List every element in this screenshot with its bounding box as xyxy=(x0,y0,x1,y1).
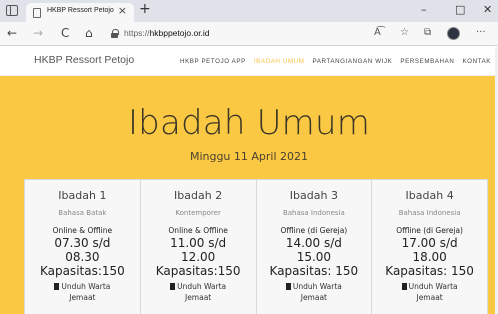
service-start-time: 14.00 s/d xyxy=(285,236,342,250)
reload-button[interactable]: C xyxy=(61,26,69,40)
download-label: Unduh Warta Jemaat xyxy=(61,282,111,302)
service-start-time: 11.00 s/d xyxy=(170,236,227,250)
file-icon xyxy=(170,283,176,290)
nav-link-kontak[interactable]: KONTAK xyxy=(462,58,491,65)
service-title: Ibadah 2 xyxy=(174,189,223,202)
close-window-button[interactable]: ✕ xyxy=(483,3,492,16)
service-capacity: Kapasitas:150 xyxy=(39,264,125,278)
download-warta-link[interactable]: Unduh Warta Jemaat xyxy=(372,281,487,303)
service-mode: Online & Offline xyxy=(52,226,113,235)
tab-close-icon[interactable]: × xyxy=(118,4,127,17)
service-mode: Offline (di Gereja) xyxy=(280,226,348,235)
service-language: Bahasa Indonesia xyxy=(282,209,345,217)
read-aloud-icon[interactable]: A͡ xyxy=(374,27,381,38)
minimize-button[interactable]: – xyxy=(421,3,427,16)
browser-tab-bar: HKBP Ressort Petojo × + – □ ✕ xyxy=(0,0,498,22)
new-tab-button[interactable]: + xyxy=(139,1,151,17)
lock-icon[interactable] xyxy=(111,29,119,38)
service-capacity: Kapasitas: 150 xyxy=(269,264,359,278)
service-mode: Offline (di Gereja) xyxy=(396,226,463,235)
more-menu-icon[interactable]: ··· xyxy=(476,27,486,38)
file-icon xyxy=(285,283,291,290)
file-icon xyxy=(401,283,407,290)
page-favicon-icon xyxy=(33,8,41,18)
tab-actions-icon[interactable] xyxy=(6,5,18,16)
browser-toolbar: ← → C ⌂ https://hkbppetojo.or.id A͡ ☆ ⧉ … xyxy=(0,22,498,46)
site-brand[interactable]: HKBP Ressort Petojo xyxy=(34,54,134,66)
service-cards: Ibadah 1 Bahasa Batak Online & Offline 0… xyxy=(24,179,488,314)
service-mode: Online & Offline xyxy=(168,226,228,235)
download-warta-link[interactable]: Unduh Warta Jemaat xyxy=(141,281,256,303)
home-button[interactable]: ⌂ xyxy=(85,26,93,40)
service-end-time: 12.00 xyxy=(180,250,216,264)
service-start-time: 17.00 s/d xyxy=(401,236,458,250)
service-card: Ibadah 4 Bahasa Indonesia Offline (di Ge… xyxy=(372,179,488,314)
service-capacity: Kapasitas:150 xyxy=(155,264,241,278)
nav-link-persembahan[interactable]: PERSEMBAHAN xyxy=(400,58,454,65)
forward-button[interactable]: → xyxy=(33,26,43,40)
nav-link-partangiangan-wijk[interactable]: PARTANGIANGAN WIJK xyxy=(312,58,392,65)
url-prefix: https:// xyxy=(124,28,150,38)
service-language: Kontemporer xyxy=(175,209,221,217)
service-capacity: Kapasitas: 150 xyxy=(385,264,474,278)
hero-section: Ibadah Umum Minggu 11 April 2021 Ibadah … xyxy=(0,76,498,314)
download-label: Unduh Warta Jemaat xyxy=(177,282,227,302)
service-language: Bahasa Batak xyxy=(58,209,107,217)
profile-avatar[interactable] xyxy=(447,27,460,40)
download-warta-link[interactable]: Unduh Warta Jemaat xyxy=(25,281,140,303)
site-navbar: HKBP Ressort Petojo HKBP PETOJO APP IBADA… xyxy=(0,47,498,76)
back-button[interactable]: ← xyxy=(7,26,17,40)
url-host: hkbppetojo.or.id xyxy=(149,28,210,38)
download-warta-link[interactable]: Unduh Warta Jemaat xyxy=(257,281,372,303)
service-title: Ibadah 1 xyxy=(58,189,107,202)
browser-tab[interactable]: HKBP Ressort Petojo × xyxy=(26,3,134,22)
file-icon xyxy=(54,283,60,290)
service-title: Ibadah 3 xyxy=(289,189,338,202)
collections-icon[interactable]: ⧉ xyxy=(424,27,431,38)
service-end-time: 18.00 xyxy=(412,250,447,264)
address-bar[interactable]: https://hkbppetojo.or.id xyxy=(124,28,210,38)
download-label: Unduh Warta Jemaat xyxy=(408,282,458,302)
service-card: Ibadah 3 Bahasa Indonesia Offline (di Ge… xyxy=(256,179,373,314)
nav-link-hkbp-petojo-app[interactable]: HKBP PETOJO APP xyxy=(180,58,246,65)
nav-link-ibadah-umum[interactable]: IBADAH UMUM xyxy=(254,58,305,65)
page-title: Ibadah Umum xyxy=(127,103,371,143)
service-date: Minggu 11 April 2021 xyxy=(189,150,309,163)
maximize-button[interactable]: □ xyxy=(455,3,465,16)
download-label: Unduh Warta Jemaat xyxy=(292,282,342,302)
service-start-time: 07.30 s/d xyxy=(54,236,111,250)
service-title: Ibadah 4 xyxy=(405,189,454,202)
service-card: Ibadah 2 Kontemporer Online & Offline 11… xyxy=(140,179,257,314)
service-end-time: 15.00 xyxy=(296,250,332,264)
favorites-icon[interactable]: ☆ xyxy=(400,27,409,38)
site-menu: HKBP PETOJO APP IBADAH UMUM PARTANGIANGAN … xyxy=(180,58,491,65)
tab-title: HKBP Ressort Petojo xyxy=(47,7,114,14)
service-language: Bahasa Indonesia xyxy=(398,209,461,217)
service-end-time: 08.30 xyxy=(65,250,100,264)
service-card: Ibadah 1 Bahasa Batak Online & Offline 0… xyxy=(24,179,141,314)
